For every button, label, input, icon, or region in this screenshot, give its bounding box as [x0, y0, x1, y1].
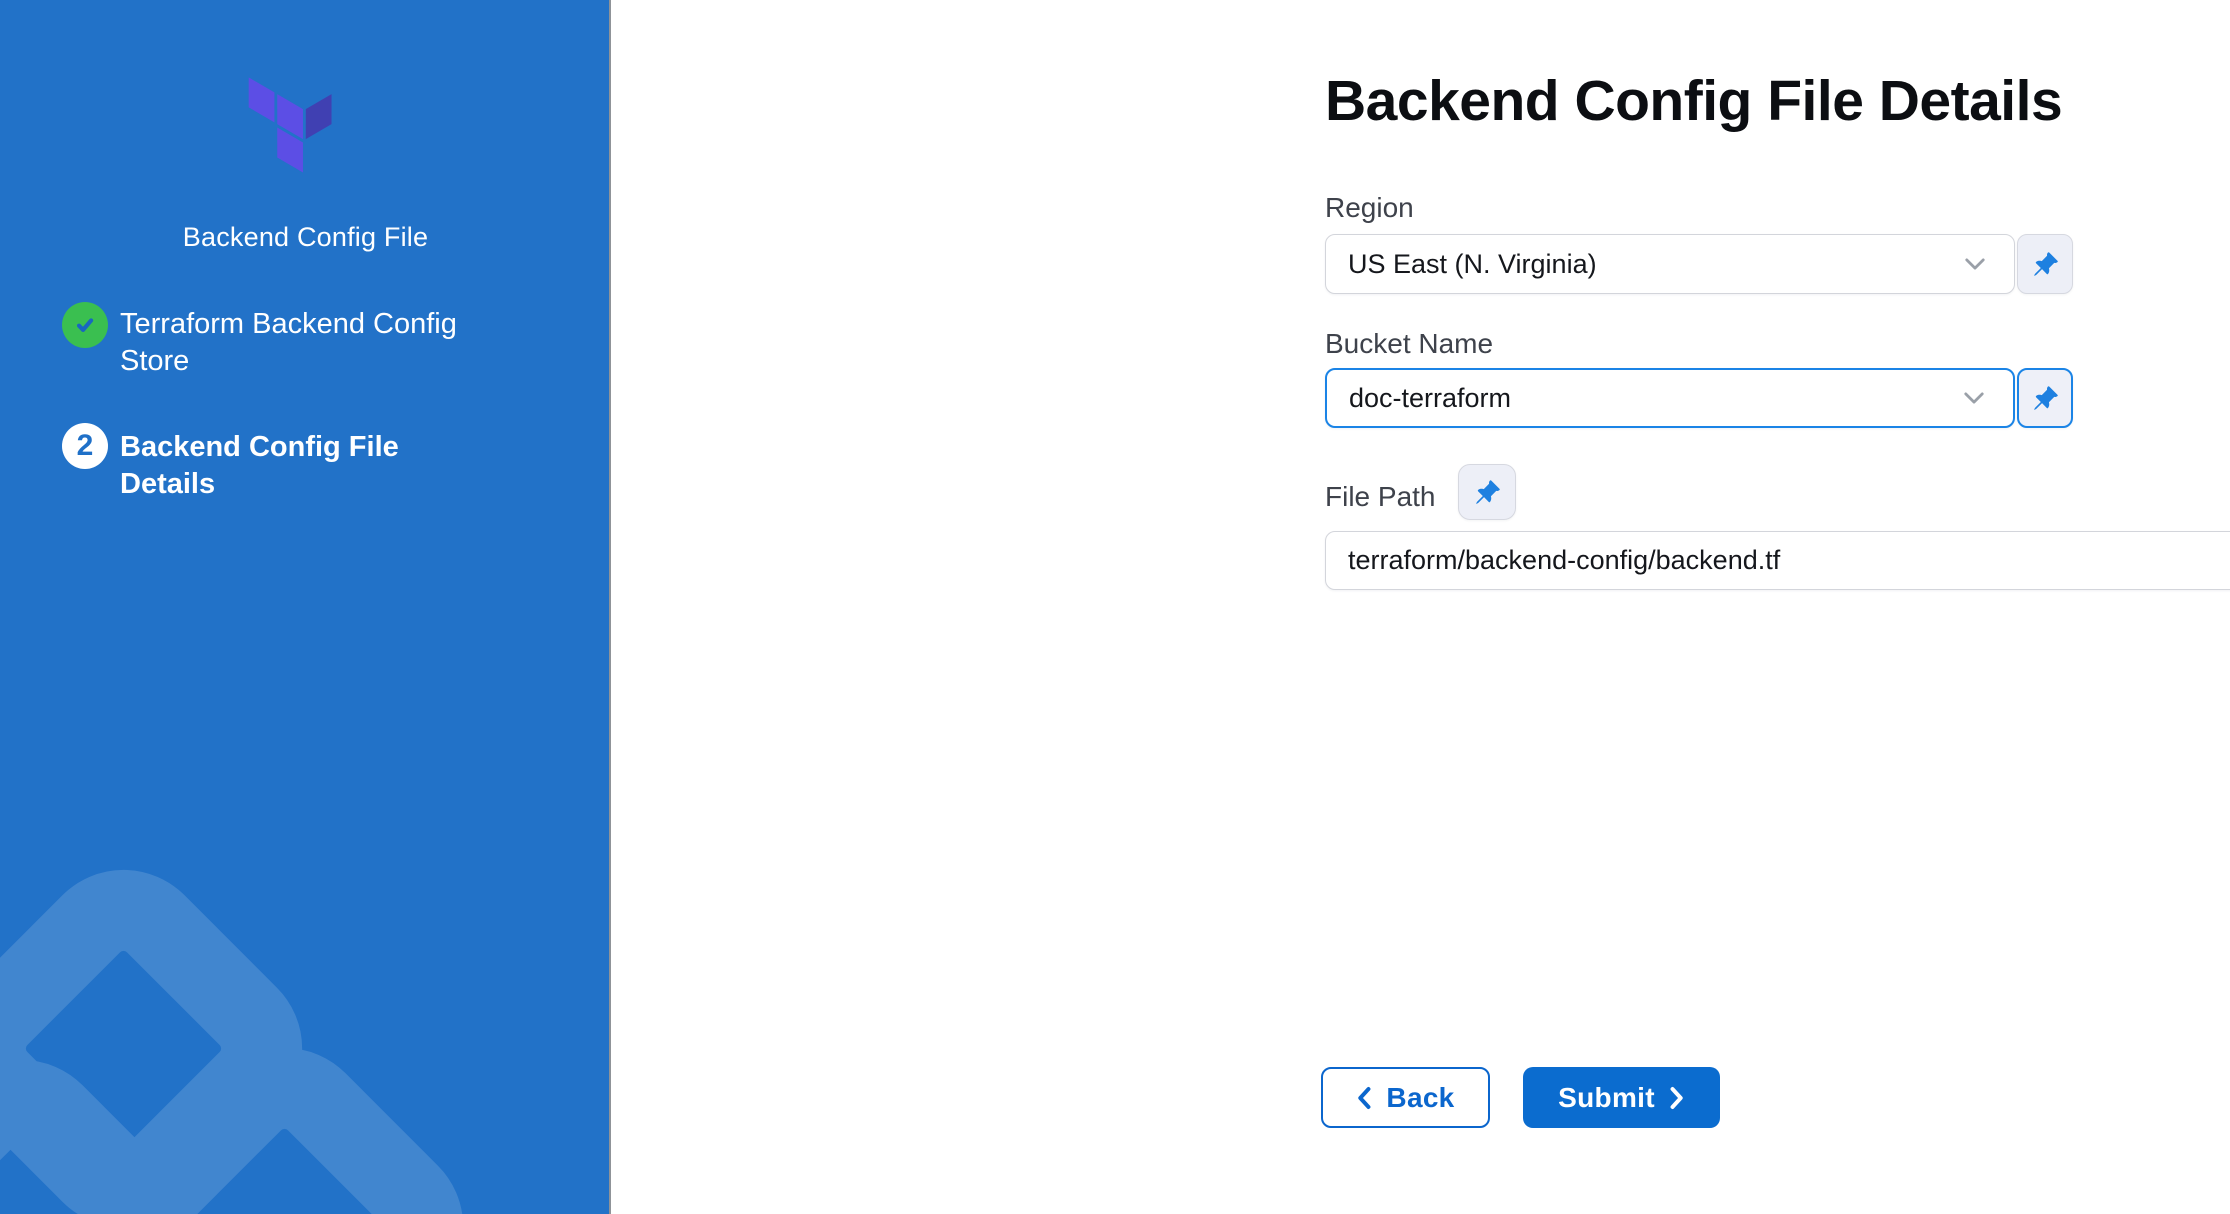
form-panel: Backend Config File Details Region US Ea…	[613, 0, 2230, 1214]
step-terraform-backend-config-store[interactable]: Terraform Backend Config Store	[62, 302, 500, 380]
step-completed-badge	[62, 302, 108, 348]
check-icon	[71, 311, 99, 339]
pushpin-icon	[1474, 479, 1501, 506]
wizard-sidebar: Backend Config File Terraform Backend Co…	[0, 0, 611, 1214]
submit-button[interactable]: Submit	[1523, 1067, 1720, 1128]
pushpin-icon	[2032, 385, 2059, 412]
chevron-down-icon	[1963, 391, 1985, 405]
wizard-title: Backend Config File	[0, 222, 611, 253]
region-select[interactable]: US East (N. Virginia)	[1325, 234, 2015, 294]
logo-watermark	[0, 0, 609, 1214]
chevron-right-icon	[1669, 1086, 1685, 1110]
step-number: 2	[77, 429, 94, 463]
file-path-pin-button[interactable]	[1458, 464, 1516, 520]
bucket-name-value: doc-terraform	[1349, 383, 1963, 414]
region-value: US East (N. Virginia)	[1348, 249, 1964, 280]
submit-button-label: Submit	[1558, 1082, 1655, 1114]
chevron-left-icon	[1356, 1086, 1372, 1110]
region-pin-button[interactable]	[2017, 234, 2073, 294]
page-title: Backend Config File Details	[1325, 68, 2062, 134]
bucket-name-select[interactable]: doc-terraform	[1325, 368, 2015, 428]
terraform-logo-icon	[248, 77, 332, 173]
file-path-label: File Path	[1325, 481, 1436, 513]
bucket-name-pin-button[interactable]	[2017, 368, 2073, 428]
back-button[interactable]: Back	[1321, 1067, 1490, 1128]
pushpin-icon	[2032, 251, 2059, 278]
step-label: Terraform Backend Config Store	[120, 302, 500, 380]
bucket-name-label: Bucket Name	[1325, 328, 1493, 360]
chevron-down-icon	[1964, 257, 1986, 271]
file-path-input[interactable]	[1325, 531, 2230, 590]
region-label: Region	[1325, 192, 1414, 224]
step-label: Backend Config File Details	[120, 423, 500, 503]
step-number-badge: 2	[62, 423, 108, 469]
step-backend-config-file-details[interactable]: 2 Backend Config File Details	[62, 423, 500, 503]
app-window: Backend Config File Terraform Backend Co…	[0, 0, 2230, 1214]
back-button-label: Back	[1386, 1082, 1454, 1114]
